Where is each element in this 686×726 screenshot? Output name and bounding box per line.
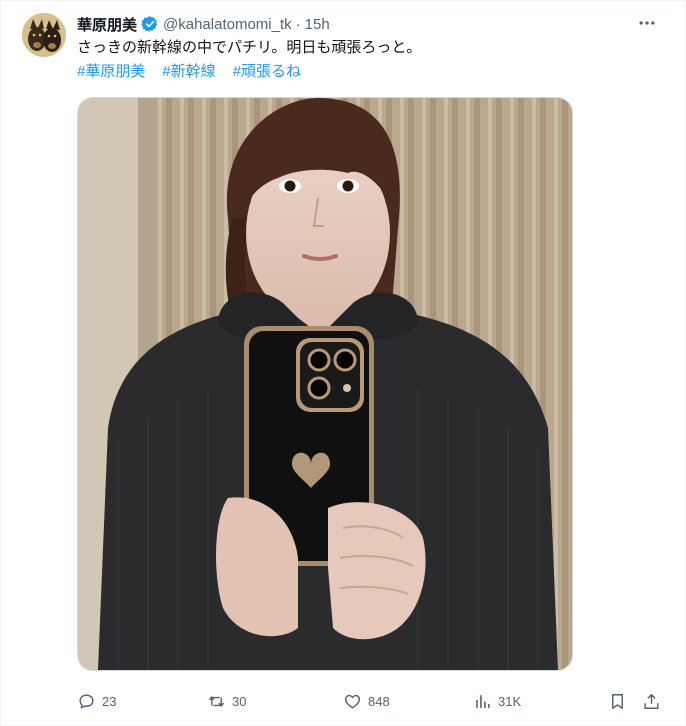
like-button[interactable]: 848 — [343, 687, 390, 715]
reply-count: 23 — [102, 693, 117, 709]
avatar[interactable] — [22, 13, 66, 57]
retweet-count: 30 — [232, 693, 247, 709]
more-options-button[interactable] — [635, 13, 659, 37]
tweet-header: 華原朋美 @kahalatomomi_tk · 15h — [77, 13, 330, 35]
hashtag-list: #華原朋美 #新幹線 #頑張るね — [77, 62, 301, 82]
views-chart-icon — [473, 692, 492, 711]
tweet-photo[interactable] — [77, 97, 573, 671]
tweet-action-bar: 23 30 848 31K — [77, 687, 665, 715]
hashtag-link[interactable]: #頑張るね — [233, 62, 301, 82]
ellipsis-icon — [637, 13, 657, 38]
user-handle[interactable]: @kahalatomomi_tk — [163, 16, 292, 33]
retweet-button[interactable]: 30 — [207, 687, 246, 715]
share-button[interactable] — [642, 687, 661, 715]
share-icon — [642, 692, 661, 711]
tweet-card: 華原朋美 @kahalatomomi_tk · 15h さっきの新幹線の中でパチ… — [0, 0, 686, 726]
like-count: 848 — [368, 693, 390, 709]
bookmark-button[interactable] — [608, 687, 627, 715]
display-name[interactable]: 華原朋美 — [77, 14, 137, 35]
tweet-text: さっきの新幹線の中でパチリ。明日も頑張ろっと。 — [77, 39, 422, 56]
retweet-icon — [207, 692, 226, 711]
views-button[interactable]: 31K — [473, 687, 521, 715]
timestamp[interactable]: 15h — [305, 16, 330, 33]
hashtag-link[interactable]: #華原朋美 — [77, 62, 145, 82]
reply-icon — [77, 692, 96, 711]
bookmark-icon — [608, 692, 627, 711]
separator-dot: · — [295, 15, 301, 33]
hashtag-link[interactable]: #新幹線 — [162, 62, 215, 82]
views-count: 31K — [498, 693, 522, 709]
reply-button[interactable]: 23 — [77, 687, 116, 715]
verified-badge-icon — [141, 15, 159, 33]
heart-icon — [343, 692, 362, 711]
